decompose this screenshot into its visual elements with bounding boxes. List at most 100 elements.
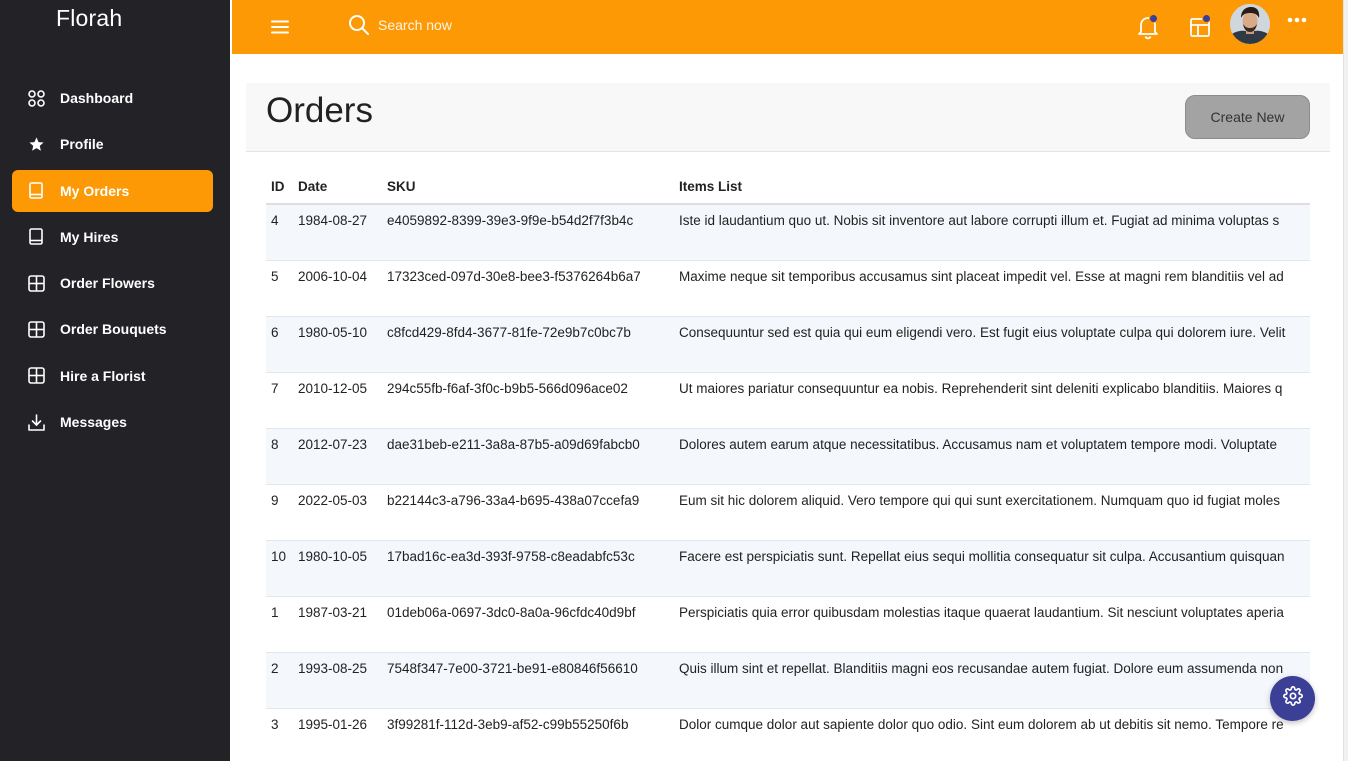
table-row[interactable]: 7 2010-12-05 294c55fb-f6af-3f0c-b9b5-566…	[266, 372, 1310, 429]
grid-icon	[27, 320, 45, 338]
cell-sku: 01deb06a-0697-3dc0-8a0a-96cfdc40d9bf	[382, 596, 674, 653]
grid-icon	[27, 274, 45, 292]
cell-date: 2022-05-03	[293, 484, 382, 541]
cell-items: Iste id laudantium quo ut. Nobis sit inv…	[674, 204, 1310, 261]
cell-id: 9	[266, 484, 293, 541]
table-row[interactable]: 8 2012-07-23 dae31beb-e211-3a8a-87b5-a09…	[266, 428, 1310, 485]
cell-items: Ut maiores pariatur consequuntur ea nobi…	[674, 372, 1310, 429]
sidebar-item-label: My Hires	[60, 228, 119, 245]
menu-icon[interactable]	[270, 17, 290, 37]
star-icon	[27, 135, 45, 153]
notification-dot	[1202, 14, 1211, 23]
sidebar-item-label: Dashboard	[60, 90, 134, 106]
sidebar-item-label: Order Flowers	[60, 275, 155, 292]
sidebar-item-dashboard[interactable]: Dashboard	[12, 77, 213, 119]
table-row[interactable]: 3 1995-01-26 3f99281f-112d-3eb9-af52-c99…	[266, 708, 1310, 761]
cell-id: 6	[266, 316, 293, 373]
page-scrollbar[interactable]	[1343, 0, 1348, 761]
app-root: Florah Dashboard Profile My Orders My Hi…	[0, 0, 1348, 761]
grid-circles-icon	[27, 89, 45, 107]
sidebar-item-order-flowers[interactable]: Order Flowers	[12, 262, 213, 304]
sidebar-item-label: Messages	[60, 414, 127, 431]
cell-sku: dae31beb-e211-3a8a-87b5-a09d69fabcb0	[382, 428, 674, 485]
cell-date: 1980-05-10	[293, 316, 382, 373]
sidebar-item-label: Profile	[60, 136, 104, 153]
sidebar-item-label: My Orders	[60, 182, 130, 199]
cell-items: Facere est perspiciatis sunt. Repellat e…	[674, 540, 1310, 597]
table-row[interactable]: 9 2022-05-03 b22144c3-a796-33a4-b695-438…	[266, 484, 1310, 541]
table-row[interactable]: 4 1984-08-27 e4059892-8399-39e3-9f9e-b54…	[266, 204, 1310, 261]
column-header-items-list[interactable]: Items List	[674, 170, 1310, 205]
table-header-row: ID Date SKU Items List	[266, 170, 1310, 205]
search-input[interactable]	[378, 13, 558, 37]
orders-table: ID Date SKU Items List 4 1984-08-27 e405…	[266, 170, 1310, 761]
cell-date: 1987-03-21	[293, 596, 382, 653]
layout-icon[interactable]	[1187, 14, 1213, 40]
cell-date: 1993-08-25	[293, 652, 382, 709]
cell-date: 1980-10-05	[293, 540, 382, 597]
sidebar-item-my-orders[interactable]: My Orders	[12, 169, 213, 212]
more-icon[interactable]	[1286, 10, 1308, 30]
sidebar-item-messages[interactable]: Messages	[12, 401, 213, 443]
cell-items: Maxime neque sit temporibus accusamus si…	[674, 260, 1310, 317]
page-title: Orders	[266, 91, 373, 130]
gear-icon	[1282, 686, 1303, 711]
column-header-sku[interactable]: SKU	[382, 170, 674, 205]
cell-id: 5	[266, 260, 293, 317]
cell-sku: 3f99281f-112d-3eb9-af52-c99b55250f6b	[382, 708, 674, 761]
cell-sku: c8fcd429-8fd4-3677-81fe-72e9b7c0bc7b	[382, 316, 674, 373]
book-icon	[27, 228, 45, 246]
cell-sku: e4059892-8399-39e3-9f9e-b54d2f7f3b4c	[382, 204, 674, 261]
avatar[interactable]	[1230, 4, 1270, 44]
notification-dot	[1149, 14, 1158, 23]
cell-sku: 7548f347-7e00-3721-be91-e80846f56610	[382, 652, 674, 709]
grid-icon	[27, 367, 45, 385]
cell-date: 2010-12-05	[293, 372, 382, 429]
cell-date: 1984-08-27	[293, 204, 382, 261]
search-icon[interactable]	[348, 14, 370, 36]
cell-sku: 17bad16c-ea3d-393f-9758-c8eadabfc53c	[382, 540, 674, 597]
cell-items: Dolor cumque dolor aut sapiente dolor qu…	[674, 708, 1310, 761]
cell-sku: 294c55fb-f6af-3f0c-b9b5-566d096ace02	[382, 372, 674, 429]
table-row[interactable]: 5 2006-10-04 17323ced-097d-30e8-bee3-f53…	[266, 260, 1310, 317]
sidebar-item-order-bouquets[interactable]: Order Bouquets	[12, 308, 213, 350]
cell-date: 2012-07-23	[293, 428, 382, 485]
sidebar-item-hire-a-florist[interactable]: Hire a Florist	[12, 355, 213, 397]
cell-sku: 17323ced-097d-30e8-bee3-f5376264b6a7	[382, 260, 674, 317]
sidebar: Florah Dashboard Profile My Orders My Hi…	[0, 0, 230, 761]
page-header: Orders Create New	[246, 83, 1330, 152]
cell-items: Eum sit hic dolorem aliquid. Vero tempor…	[674, 484, 1310, 541]
settings-fab[interactable]	[1270, 676, 1315, 721]
table-row[interactable]: 1 1987-03-21 01deb06a-0697-3dc0-8a0a-96c…	[266, 596, 1310, 653]
cell-id: 10	[266, 540, 293, 597]
column-header-date[interactable]: Date	[293, 170, 382, 205]
cell-date: 2006-10-04	[293, 260, 382, 317]
sidebar-item-label: Hire a Florist	[60, 367, 146, 384]
bell-icon[interactable]	[1135, 14, 1161, 40]
cell-id: 7	[266, 372, 293, 429]
cell-id: 8	[266, 428, 293, 485]
cell-id: 3	[266, 708, 293, 761]
table-row[interactable]: 6 1980-05-10 c8fcd429-8fd4-3677-81fe-72e…	[266, 316, 1310, 373]
orders-table-container: ID Date SKU Items List 4 1984-08-27 e405…	[266, 170, 1310, 761]
cell-id: 2	[266, 652, 293, 709]
sidebar-item-profile[interactable]: Profile	[12, 123, 213, 165]
cell-items: Perspiciatis quia error quibusdam molest…	[674, 596, 1310, 653]
create-new-button[interactable]: Create New	[1185, 95, 1310, 139]
cell-id: 4	[266, 204, 293, 261]
cell-id: 1	[266, 596, 293, 653]
cell-items: Consequuntur sed est quia qui eum eligen…	[674, 316, 1310, 373]
sidebar-item-my-hires[interactable]: My Hires	[12, 216, 213, 258]
cell-items: Quis illum sint et repellat. Blanditiis …	[674, 652, 1310, 709]
column-header-id[interactable]: ID	[266, 170, 293, 205]
table-row[interactable]: 10 1980-10-05 17bad16c-ea3d-393f-9758-c8…	[266, 540, 1310, 597]
table-row[interactable]: 2 1993-08-25 7548f347-7e00-3721-be91-e80…	[266, 652, 1310, 709]
download-icon	[27, 413, 45, 431]
top-header	[232, 0, 1343, 54]
sidebar-nav: Dashboard Profile My Orders My Hires Ord…	[12, 77, 213, 447]
sidebar-item-label: Order Bouquets	[60, 321, 167, 338]
book-icon	[27, 182, 45, 200]
cell-sku: b22144c3-a796-33a4-b695-438a07ccefa9	[382, 484, 674, 541]
brand-logo[interactable]: Florah	[56, 5, 122, 32]
cell-date: 1995-01-26	[293, 708, 382, 761]
